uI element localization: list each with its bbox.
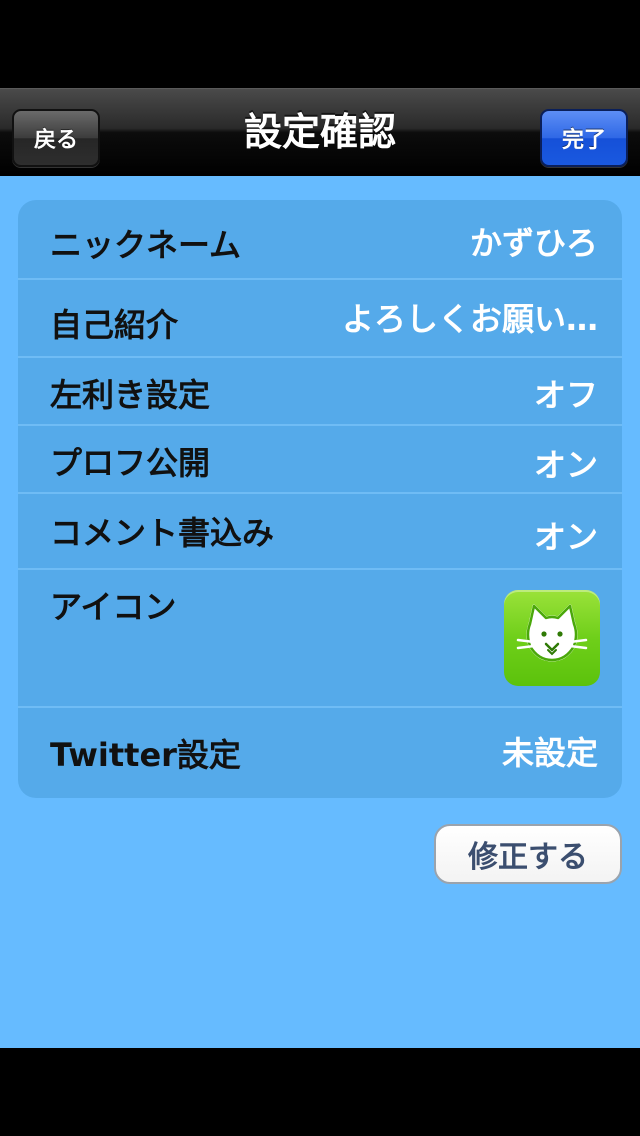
row-label-comment-posting: コメント書込み <box>50 514 275 552</box>
row-label-nickname: ニックネーム <box>50 226 242 264</box>
page-title: 設定確認 <box>243 110 396 154</box>
row-twitter[interactable]: Twitter設定 未設定 <box>18 708 622 798</box>
row-value-nickname: かずひろ <box>469 224 598 262</box>
row-value-profile-public: オン <box>533 446 598 484</box>
status-bar <box>0 0 640 88</box>
row-value-self-introduction: よろしくお願い… <box>341 300 598 338</box>
content-area: ニックネーム かずひろ 自己紹介 よろしくお願い… 左利き設定 オフ プロフ公開… <box>0 176 640 1048</box>
row-nickname[interactable]: ニックネーム かずひろ <box>18 200 622 280</box>
row-label-left-handed: 左利き設定 <box>50 376 211 414</box>
row-label-icon: アイコン <box>50 588 177 626</box>
settings-group: ニックネーム かずひろ 自己紹介 よろしくお願い… 左利き設定 オフ プロフ公開… <box>18 200 622 798</box>
row-profile-public[interactable]: プロフ公開 オン <box>18 426 622 494</box>
row-label-self-introduction: 自己紹介 <box>50 306 179 344</box>
cat-face-icon <box>504 590 600 686</box>
done-button[interactable]: 完了 <box>540 109 628 167</box>
edit-button[interactable]: 修正する <box>434 824 622 884</box>
row-value-twitter: 未設定 <box>501 734 598 772</box>
screen: 戻る 設定確認 完了 ニックネーム かずひろ 自己紹介 よろしくお願い… 左利き… <box>0 0 640 1136</box>
row-left-handed[interactable]: 左利き設定 オフ <box>18 358 622 426</box>
row-value-left-handed: オフ <box>533 376 598 414</box>
row-value-comment-posting: オン <box>533 518 598 556</box>
row-label-twitter: Twitter設定 <box>50 736 241 774</box>
row-label-profile-public: プロフ公開 <box>50 444 211 482</box>
back-button[interactable]: 戻る <box>12 109 100 167</box>
bottom-bar <box>0 1048 640 1136</box>
row-self-introduction[interactable]: 自己紹介 よろしくお願い… <box>18 280 622 358</box>
row-icon[interactable]: アイコン <box>18 570 622 708</box>
row-comment-posting[interactable]: コメント書込み オン <box>18 494 622 570</box>
navigation-bar: 戻る 設定確認 完了 <box>0 88 640 176</box>
